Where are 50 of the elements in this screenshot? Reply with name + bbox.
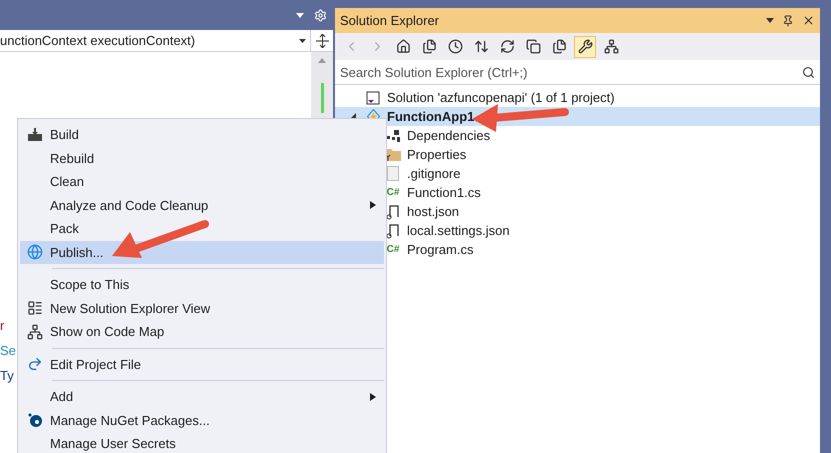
dropdown-icon[interactable] — [296, 12, 304, 18]
json-file-icon — [386, 222, 400, 238]
build-icon — [27, 128, 43, 142]
tree-item-label: Function1.cs — [407, 184, 481, 202]
code-text: Ty — [0, 367, 14, 384]
solution-icon — [366, 90, 380, 104]
search-field[interactable]: Search Solution Explorer (Ctrl+;) — [340, 62, 802, 82]
tree-item-label: Dependencies — [407, 126, 490, 145]
wrench-icon — [578, 39, 592, 54]
menu-item[interactable]: Show on Code Map — [20, 320, 384, 344]
menu-item[interactable]: Add — [20, 385, 384, 408]
tree-item-label: .gitignore — [407, 164, 460, 183]
csharp-file-icon: C# — [386, 244, 400, 254]
member-dropdown[interactable]: unctionContext executionContext) — [0, 30, 311, 51]
menu-item[interactable]: Publish... — [20, 240, 384, 264]
dependencies-icon — [386, 130, 400, 142]
tree-item-label: Solution 'azfuncopenapi' (1 of 1 project) — [387, 88, 615, 107]
split-icon[interactable] — [316, 34, 328, 48]
tree-item-label: local.settings.json — [407, 222, 510, 240]
settings-icon[interactable] — [314, 8, 327, 22]
tree-item-label: Program.cs — [407, 240, 474, 259]
caret-icon — [299, 38, 306, 42]
json-file-icon — [386, 204, 400, 220]
menu-item[interactable]: Manage User Secrets — [20, 432, 384, 453]
toolbar-button[interactable] — [574, 36, 596, 58]
diagram-icon — [27, 324, 43, 340]
copy-icon — [552, 39, 566, 54]
refresh-icon — [500, 39, 514, 54]
panel-title: Solution Explorer — [340, 12, 439, 30]
csharp-file-icon: C# — [386, 188, 400, 198]
home-icon — [396, 39, 410, 54]
menu-item[interactable]: Edit Project File — [20, 352, 384, 376]
menu-item[interactable]: Manage NuGet Packages... — [20, 408, 384, 432]
redo-arrow-icon — [27, 356, 43, 372]
tree-item[interactable]: Solution 'azfuncopenapi' (1 of 1 project) — [335, 88, 820, 107]
pin-icon[interactable] — [782, 14, 794, 26]
globe-icon — [27, 244, 43, 260]
tree-item-label: host.json — [407, 202, 460, 221]
menu-item[interactable]: New Solution Explorer View — [20, 296, 384, 320]
package-icon — [28, 413, 42, 428]
code-text: Se — [0, 342, 16, 359]
sort-icon — [474, 39, 488, 54]
close-icon[interactable] — [802, 14, 815, 27]
search-icon[interactable] — [802, 66, 815, 79]
menu-item[interactable]: Scope to This — [20, 273, 384, 296]
code-text: r — [0, 317, 4, 334]
tree-item-label: FunctionApp1 — [387, 108, 474, 126]
dropdown-icon[interactable] — [766, 18, 774, 23]
tree-item-label: Properties — [407, 146, 466, 164]
clock-icon — [448, 39, 462, 54]
